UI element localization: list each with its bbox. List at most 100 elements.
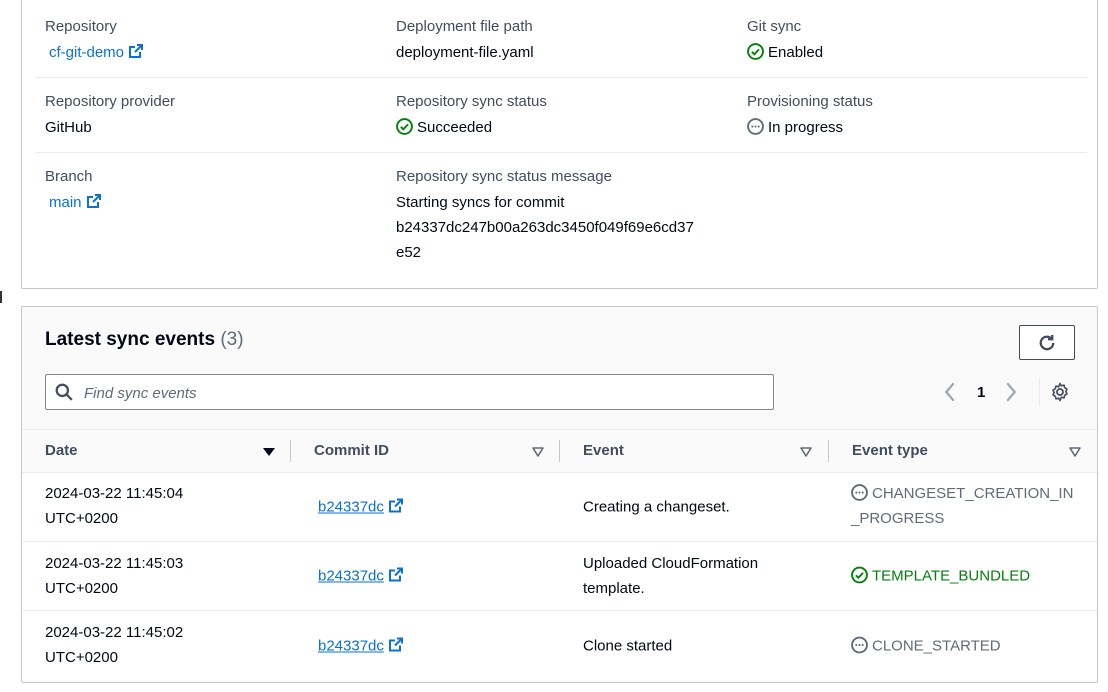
- column-divider: [290, 440, 291, 462]
- repository-sync-status-value: Succeeded: [417, 119, 493, 136]
- external-link-icon[interactable]: [388, 567, 404, 583]
- sort-icon[interactable]: [799, 446, 813, 458]
- event-type-text: TEMPLATE_BUNDLED: [872, 567, 1031, 585]
- events-table-body: 2024-03-22 11:45:04 UTC+0200 b24337dc Cr…: [22, 473, 1097, 680]
- repository-provider-label: Repository provider: [45, 93, 176, 110]
- event-type-cell: TEMPLATE_BUNDLED: [851, 564, 1030, 589]
- date-cell: 2024-03-22 11:45:04 UTC+0200: [45, 481, 183, 531]
- success-check-icon: [851, 566, 868, 584]
- refresh-icon: [1039, 334, 1055, 350]
- settings-gear-icon[interactable]: [1050, 382, 1070, 402]
- current-page[interactable]: 1: [977, 384, 985, 401]
- date-cell: 2024-03-22 11:45:03 UTC+0200: [45, 551, 183, 601]
- repository-label: Repository: [45, 18, 117, 35]
- sync-events-panel: Latest sync events (3) 1 Date Commit ID …: [21, 306, 1098, 683]
- search-input[interactable]: [82, 375, 766, 411]
- search-icon: [55, 383, 73, 401]
- git-sync-label: Git sync: [747, 18, 802, 35]
- event-type-text: CHANGESET_CREATION_IN: [872, 485, 1074, 502]
- search-field[interactable]: [45, 374, 774, 411]
- event-text-cont: template.: [583, 580, 645, 597]
- events-count: (3): [220, 329, 244, 350]
- in-progress-icon: [851, 484, 868, 501]
- events-title: Latest sync events: [45, 329, 216, 350]
- table-row: 2024-03-22 11:45:03 UTC+0200 b24337dc Up…: [22, 542, 1097, 611]
- commit-cell: b24337dc: [318, 564, 404, 589]
- success-check-icon: [747, 43, 764, 60]
- external-link-icon[interactable]: [388, 498, 404, 514]
- commit-cell: b24337dc: [318, 633, 404, 658]
- provisioning-status-label: Provisioning status: [747, 93, 873, 110]
- deployment-file-path-value: deployment-file.yaml: [396, 44, 534, 61]
- commit-cell: b24337dc: [318, 495, 404, 520]
- sync-status-message-label: Repository sync status message: [396, 168, 612, 185]
- git-sync-field: Git sync Enabled: [747, 17, 823, 65]
- event-cell: Uploaded CloudFormation template.: [583, 551, 758, 601]
- branch-link[interactable]: main: [49, 194, 82, 211]
- sync-status-message-value: Starting syncs for commit b24337dc247b00…: [396, 190, 694, 265]
- column-divider: [828, 440, 829, 462]
- repository-sync-status-field: Repository sync status Succeeded: [396, 92, 547, 140]
- in-progress-icon: [851, 636, 868, 653]
- repository-provider-field: Repository provider GitHub: [45, 92, 175, 140]
- row-divider: [36, 77, 1087, 78]
- focus-marker: [0, 291, 2, 303]
- date-text: 2024-03-22 11:45:04: [45, 485, 184, 502]
- commit-link[interactable]: b24337dc: [318, 637, 384, 654]
- branch-label: Branch: [45, 168, 93, 185]
- column-header-event[interactable]: Event: [583, 430, 624, 472]
- event-text: Creating a changeset.: [583, 498, 730, 516]
- event-cell: Clone started: [583, 633, 672, 658]
- deployment-file-path-field: Deployment file path deployment-file.yam…: [396, 17, 534, 65]
- column-header-commit-id[interactable]: Commit ID: [314, 430, 389, 472]
- branch-field: Branch main: [45, 167, 102, 215]
- table-row: 2024-03-22 11:45:04 UTC+0200 b24337dc Cr…: [22, 473, 1097, 542]
- date-cell: 2024-03-22 11:45:02 UTC+0200: [45, 620, 183, 670]
- repository-provider-value: GitHub: [45, 119, 92, 136]
- deployment-file-path-label: Deployment file path: [396, 18, 533, 35]
- timezone-text: UTC+0200: [45, 580, 118, 597]
- repository-details-panel: Repository cf-git-demo Deployment file p…: [21, 0, 1098, 289]
- sync-status-message-line: b24337dc247b00a263dc3450f049f69e6cd37: [396, 219, 694, 236]
- external-link-icon[interactable]: [388, 636, 404, 652]
- row-divider: [36, 152, 1087, 153]
- timezone-text: UTC+0200: [45, 510, 118, 527]
- git-sync-value: Enabled: [768, 44, 824, 61]
- sync-status-message-field: Repository sync status message Starting …: [396, 167, 694, 265]
- pagination: 1: [943, 379, 1018, 405]
- success-check-icon: [396, 118, 413, 135]
- commit-link[interactable]: b24337dc: [318, 499, 384, 516]
- table-header: Date Commit ID Event Event type: [22, 429, 1097, 473]
- sync-status-message-line: Starting syncs for commit: [396, 194, 565, 211]
- event-type-cell: CLONE_STARTED: [851, 633, 1001, 658]
- column-header-event-type[interactable]: Event type: [852, 430, 928, 472]
- table-row: 2024-03-22 11:45:02 UTC+0200 b24337dc Cl…: [22, 611, 1097, 680]
- repository-field: Repository cf-git-demo: [45, 17, 144, 65]
- event-type-text: CLONE_STARTED: [872, 637, 1001, 654]
- sort-icon[interactable]: [531, 446, 545, 458]
- next-page-icon[interactable]: [1004, 382, 1018, 402]
- column-header-date[interactable]: Date: [45, 430, 78, 472]
- column-divider: [559, 440, 560, 462]
- event-text: Uploaded CloudFormation: [583, 555, 759, 572]
- provisioning-status-field: Provisioning status In progress: [747, 92, 873, 140]
- timezone-text: UTC+0200: [45, 649, 118, 666]
- date-text: 2024-03-22 11:45:02: [45, 624, 184, 641]
- commit-link[interactable]: b24337dc: [318, 568, 384, 585]
- event-type-cell: CHANGESET_CREATION_IN _PROGRESS: [851, 481, 1073, 531]
- provisioning-status-value: In progress: [768, 119, 844, 136]
- event-cell: Creating a changeset.: [583, 495, 730, 520]
- sort-descending-icon[interactable]: [262, 446, 276, 458]
- repository-link[interactable]: cf-git-demo: [49, 44, 124, 61]
- event-type-text-cont: _PROGRESS: [851, 510, 945, 527]
- date-text: 2024-03-22 11:45:03: [45, 555, 184, 572]
- sort-icon[interactable]: [1068, 446, 1082, 458]
- in-progress-icon: [747, 118, 764, 135]
- pagination-divider: [1039, 378, 1040, 406]
- event-text: Clone started: [583, 637, 673, 654]
- refresh-button[interactable]: [1019, 325, 1075, 360]
- external-link-icon[interactable]: [128, 43, 144, 59]
- events-heading: Latest sync events (3): [45, 329, 244, 351]
- prev-page-icon[interactable]: [943, 382, 957, 402]
- external-link-icon[interactable]: [86, 193, 102, 209]
